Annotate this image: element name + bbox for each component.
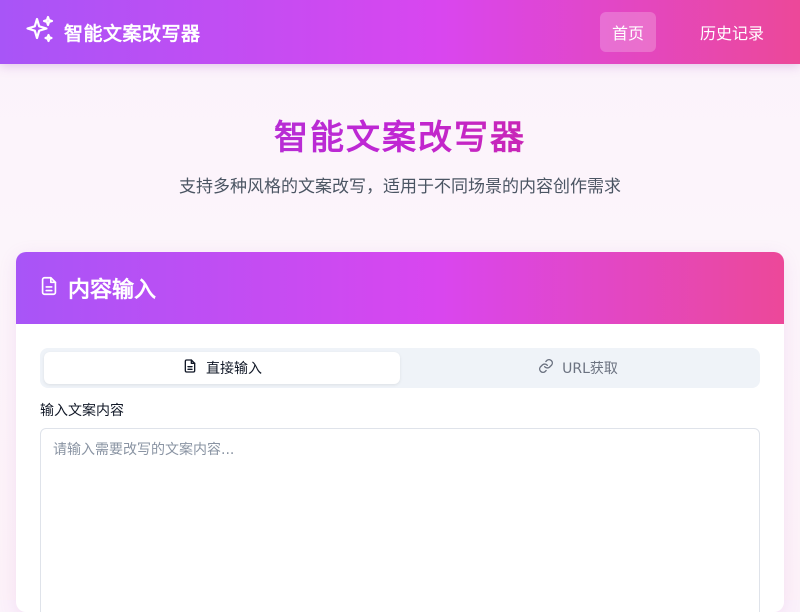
link-icon	[538, 358, 562, 378]
tab-url-fetch-label: URL获取	[562, 361, 618, 377]
card-header: 内容输入	[16, 252, 784, 324]
tab-url-fetch[interactable]: URL获取	[400, 352, 756, 384]
tab-direct-input-label: 直接输入	[206, 361, 262, 377]
content-input-card: 内容输入 直接输入 URL获取 输入文案内容	[16, 252, 784, 612]
page-title: 智能文案改写器	[0, 110, 800, 159]
content-field-label: 输入文案内容	[40, 403, 124, 419]
brand[interactable]: 智能文案改写器	[24, 14, 201, 50]
top-navbar: 智能文案改写器 首页 历史记录	[0, 0, 800, 64]
page-subtitle: 支持多种风格的文案改写，适用于不同场景的内容创作需求	[179, 177, 621, 197]
tab-direct-input[interactable]: 直接输入	[44, 352, 400, 384]
brand-name: 智能文案改写器	[64, 22, 201, 45]
document-icon	[182, 358, 206, 378]
sparkles-icon	[24, 14, 56, 50]
document-icon	[38, 275, 60, 301]
nav-history-link[interactable]: 历史记录	[690, 12, 774, 52]
input-mode-tabs: 直接输入 URL获取	[40, 348, 760, 388]
nav-home-link[interactable]: 首页	[600, 12, 656, 52]
content-textarea[interactable]	[40, 428, 760, 612]
card-title: 内容输入	[68, 278, 157, 303]
